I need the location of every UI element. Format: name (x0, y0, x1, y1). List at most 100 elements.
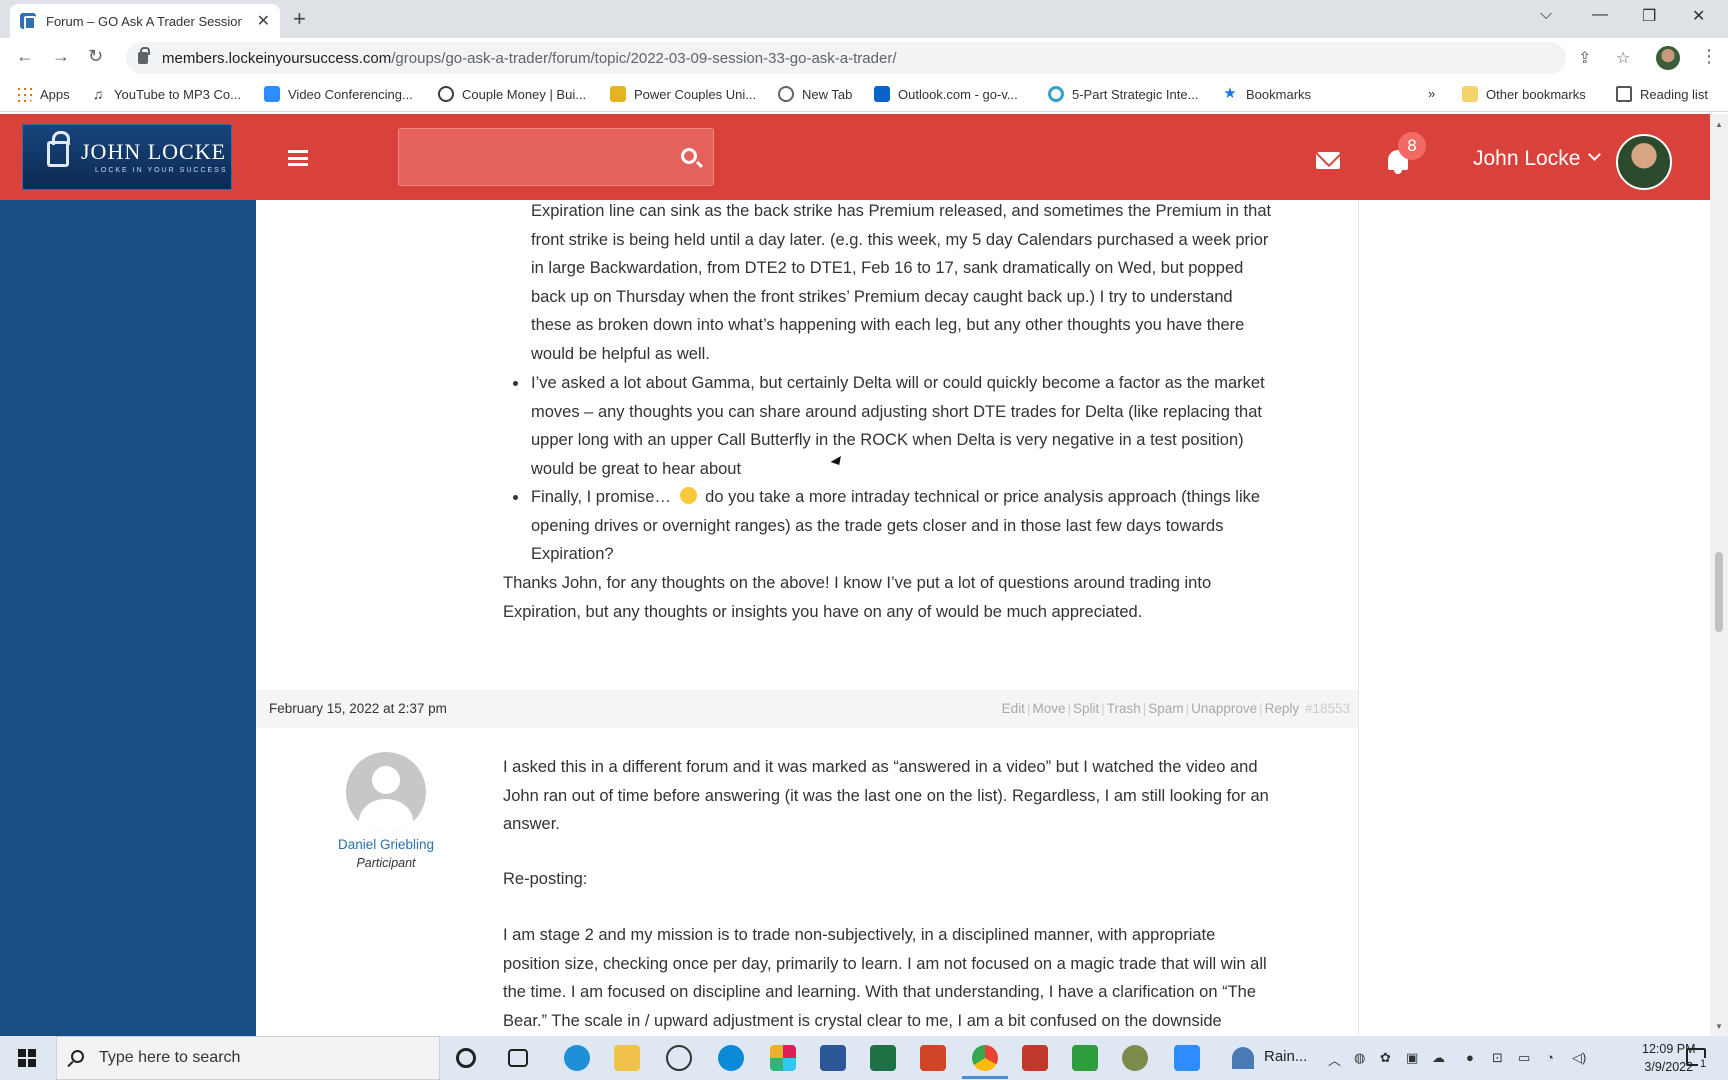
text-line: back up on Thursday when the front strik… (531, 287, 1233, 306)
weather-text[interactable]: Rain... (1264, 1048, 1307, 1065)
file-explorer-icon[interactable] (614, 1045, 640, 1071)
site-favicon-icon (20, 13, 36, 30)
text-line: Expiration, but any thoughts or insights… (503, 602, 1143, 621)
scroll-down-arrow-icon[interactable]: ▼ (1715, 1022, 1723, 1031)
bookmark-label: Outlook.com - go-v... (898, 86, 1018, 102)
volume-icon[interactable]: ◁) (1572, 1050, 1586, 1066)
umbrella-weather-icon[interactable] (1232, 1047, 1254, 1069)
browser-tab[interactable]: Forum – GO Ask A Trader Session ✕ (10, 4, 280, 38)
close-window-icon[interactable]: ✕ (1692, 6, 1705, 26)
bookmark-outlook[interactable]: Outlook.com - go-v... (874, 86, 1018, 102)
tray-app-icon[interactable]: ◍ (1354, 1050, 1365, 1066)
site-search-input[interactable] (398, 128, 714, 186)
browser-profile-avatar[interactable] (1656, 46, 1680, 70)
bookmark-youtube-mp3[interactable]: ♫ YouTube to MP3 Co... (90, 86, 241, 102)
reply-permalink[interactable]: #18553 (1305, 701, 1350, 716)
separator: | (1026, 701, 1031, 716)
notification-badge[interactable]: 8 (1398, 132, 1426, 160)
url-host: members.lockeinyoursuccess.com (162, 49, 392, 67)
spam-link[interactable]: Spam (1148, 701, 1183, 716)
hamburger-menu-icon[interactable] (288, 150, 308, 166)
tray-app-icon[interactable]: ⊡ (1492, 1050, 1503, 1066)
chevron-down-icon[interactable] (1588, 148, 1601, 161)
forward-icon[interactable]: → (52, 46, 70, 67)
bookmark-power-couples[interactable]: Power Couples Uni... (610, 86, 756, 102)
reply-link[interactable]: Reply (1265, 701, 1300, 716)
envelope-icon[interactable] (1316, 152, 1340, 169)
tray-app-icon[interactable]: ▣ (1406, 1050, 1418, 1066)
address-bar[interactable]: members.lockeinyoursuccess.com/groups/go… (126, 42, 1630, 74)
text-line: the time. I am focused on discipline and… (503, 983, 1257, 1002)
wifi-icon[interactable]: ◔ (1546, 1050, 1554, 1065)
text-line: John ran out of time before answering (i… (503, 786, 1269, 805)
reload-icon[interactable]: ↻ (88, 46, 103, 67)
tab-search-chevron-icon[interactable]: ⌵ (1540, 6, 1552, 24)
bookmark-couple-money[interactable]: Couple Money | Bui... (438, 86, 586, 102)
bookmark-label: YouTube to MP3 Co... (114, 86, 241, 102)
powerpoint-icon[interactable] (920, 1045, 946, 1071)
taskbar-search-box[interactable]: Type here to search (56, 1036, 440, 1080)
app-icon[interactable] (1022, 1045, 1048, 1071)
author-name-link[interactable]: Daniel Griebling (308, 837, 464, 852)
task-view-icon[interactable] (508, 1049, 528, 1067)
author-avatar[interactable] (346, 752, 426, 832)
page-scrollbar[interactable]: ▲ ▼ (1710, 114, 1728, 1036)
app-icon[interactable] (1072, 1045, 1098, 1071)
cortana-icon[interactable] (456, 1048, 476, 1068)
restore-icon[interactable]: ❐ (1642, 6, 1656, 26)
logo-tagline: LOCKE IN YOUR SUCCESS (95, 167, 228, 174)
bookmark-strategic[interactable]: 5-Part Strategic Inte... (1048, 86, 1198, 102)
post-paragraph: Expiration line can sink as the back str… (531, 200, 1271, 369)
move-link[interactable]: Move (1032, 701, 1065, 716)
battery-icon[interactable]: ▭ (1518, 1050, 1530, 1066)
bookmark-star-icon[interactable]: ☆ (1616, 48, 1630, 68)
bookmark-video-conferencing[interactable]: Video Conferencing... (264, 86, 413, 102)
close-tab-icon[interactable]: ✕ (257, 11, 270, 31)
chrome-icon[interactable] (972, 1045, 998, 1071)
scroll-up-arrow-icon[interactable]: ▲ (1715, 120, 1723, 129)
text-line: Expiration? (531, 545, 614, 564)
edge-browser-icon[interactable] (564, 1045, 590, 1071)
bookmark-bookmarks[interactable]: ★ Bookmarks (1222, 86, 1311, 102)
user-avatar[interactable] (1616, 134, 1672, 190)
excel-icon[interactable] (870, 1045, 896, 1071)
trash-link[interactable]: Trash (1107, 701, 1141, 716)
lock-icon[interactable] (138, 47, 150, 64)
new-tab-icon[interactable]: + (293, 6, 306, 32)
other-bookmarks[interactable]: Other bookmarks (1462, 86, 1586, 102)
search-icon[interactable] (681, 148, 697, 164)
app-icon[interactable] (1122, 1045, 1148, 1071)
bullet-rest-text: do you take a more intraday technical or… (705, 488, 1261, 506)
zoom-icon[interactable] (1174, 1045, 1200, 1071)
onedrive-icon[interactable]: ☁ (1432, 1050, 1445, 1066)
user-menu-name[interactable]: John Locke (1473, 147, 1580, 171)
split-link[interactable]: Split (1073, 701, 1099, 716)
back-icon[interactable]: ← (16, 46, 34, 67)
reading-list[interactable]: Reading list (1616, 86, 1708, 102)
text-line: upper long with an upper Call Butterfly … (531, 431, 1244, 450)
edit-link[interactable]: Edit (1002, 701, 1025, 716)
bookmark-apps[interactable]: Apps (16, 86, 70, 102)
skype-icon[interactable] (718, 1045, 744, 1071)
dell-icon[interactable] (666, 1045, 692, 1071)
separator: | (1101, 701, 1105, 716)
bookmarks-overflow[interactable]: » (1428, 86, 1435, 101)
browser-menu-icon[interactable]: ⋮ (1700, 46, 1718, 67)
padlock-logo-icon (47, 131, 70, 167)
minimize-icon[interactable]: — (1592, 6, 1608, 24)
site-logo[interactable]: JOHN LOCKE LOCKE IN YOUR SUCCESS (22, 124, 232, 190)
tray-app-icon[interactable]: ✿ (1380, 1050, 1391, 1066)
bookmark-new-tab[interactable]: New Tab (778, 86, 852, 102)
windows-start-icon[interactable] (18, 1049, 36, 1067)
microphone-icon[interactable]: ● (1466, 1050, 1474, 1065)
text-line: would be helpful as well. (531, 344, 710, 363)
unapprove-link[interactable]: Unapprove (1191, 701, 1257, 716)
show-hidden-icons-icon[interactable]: ︿ (1328, 1050, 1341, 1069)
slack-icon[interactable] (770, 1045, 796, 1071)
word-icon[interactable] (820, 1045, 846, 1071)
scrollbar-thumb[interactable] (1715, 552, 1723, 632)
reply-admin-links: Edit | Move | Split | Trash | Spam | Unapprove | Rep… (1001, 701, 1351, 716)
share-icon[interactable]: ⇪ (1578, 48, 1591, 68)
reading-list-icon (1616, 86, 1632, 102)
text-line: Bear.” The scale in / upward adjustment … (503, 1011, 1222, 1030)
